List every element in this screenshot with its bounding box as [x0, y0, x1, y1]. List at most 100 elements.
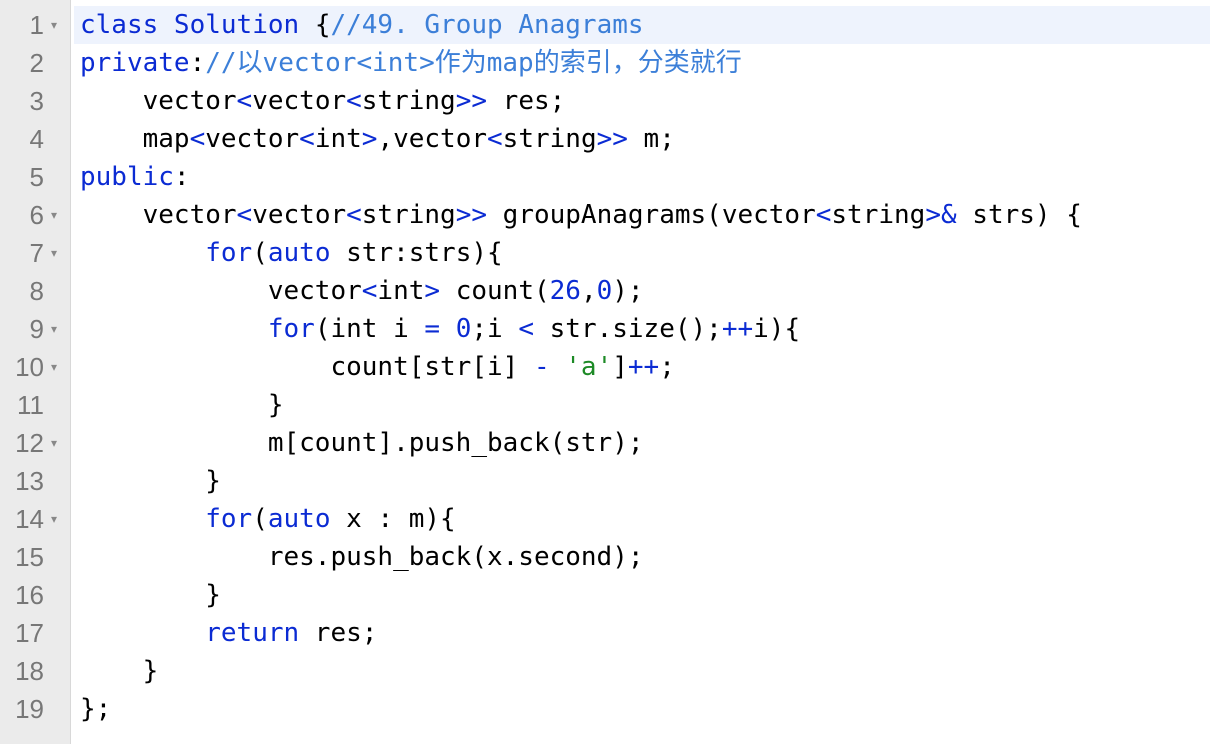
code-token: return	[205, 618, 300, 648]
code-lines[interactable]: 1 ▾ class Solution {//49. Group Anagrams 2 p…	[0, 6, 1210, 728]
code-text[interactable]: for(int i = 0;i < str.size();++i){	[74, 310, 1210, 348]
code-token: }	[80, 580, 221, 610]
code-line[interactable]: 12 ▾ m[count].push_back(str);	[0, 424, 1210, 462]
line-number: 13	[15, 466, 44, 496]
line-number: 2	[29, 48, 44, 78]
code-token: res;	[299, 618, 378, 648]
code-line[interactable]: 17 return res;	[0, 614, 1210, 652]
code-token: <	[815, 200, 832, 230]
code-token: int	[314, 124, 362, 154]
code-text[interactable]: };	[74, 690, 1210, 728]
code-text[interactable]: return res;	[74, 614, 1210, 652]
code-token: ++	[627, 352, 660, 382]
code-token: string	[361, 86, 456, 116]
code-line[interactable]: 19};	[0, 690, 1210, 728]
code-token: ;	[659, 352, 675, 382]
code-token: :	[173, 162, 190, 192]
line-number: 16	[15, 580, 44, 610]
code-token: >>	[596, 124, 628, 154]
code-text[interactable]: }	[74, 652, 1210, 690]
line-number: 8	[29, 276, 44, 306]
code-text[interactable]: vector<vector<string>> res;	[74, 82, 1210, 120]
code-token: >>	[455, 86, 488, 116]
code-token: for	[205, 238, 253, 268]
code-token: ]	[612, 352, 628, 382]
code-line[interactable]: 18 }	[0, 652, 1210, 690]
code-line[interactable]: 6 ▾ vector<vector<string>> groupAnagrams(…	[0, 196, 1210, 234]
code-text[interactable]: private://以vector<int>作为map的索引，分类就行	[74, 44, 1210, 82]
code-token: >>	[455, 200, 488, 230]
code-text[interactable]: class Solution {//49. Group Anagrams	[74, 6, 1210, 44]
code-text[interactable]: map<vector<int>,vector<string>> m;	[74, 120, 1210, 158]
fold-triangle-icon[interactable]: ▾	[51, 234, 63, 272]
code-token: >	[424, 276, 441, 306]
code-text[interactable]: vector<int> count(26,0);	[74, 272, 1210, 310]
fold-triangle-icon[interactable]: ▾	[51, 424, 63, 462]
code-line[interactable]: 16 }	[0, 576, 1210, 614]
code-token: auto	[267, 504, 331, 534]
code-token: string	[361, 200, 456, 230]
line-number: 9	[29, 314, 44, 344]
code-text[interactable]: }	[74, 576, 1210, 614]
code-text[interactable]: m[count].push_back(str);	[74, 424, 1210, 462]
code-text[interactable]: }	[74, 462, 1210, 500]
code-token: //以vector<int>作为map的索引，分类就行	[205, 48, 742, 78]
code-line[interactable]: 11 }	[0, 386, 1210, 424]
code-line[interactable]: 2 private://以vector<int>作为map的索引，分类就行	[0, 44, 1210, 82]
code-token: res;	[487, 86, 566, 116]
code-token: str.size();	[533, 314, 722, 344]
code-text[interactable]: for(auto x : m){	[74, 500, 1210, 538]
code-token: (int i	[314, 314, 425, 344]
code-line[interactable]: 15 res.push_back(x.second);	[0, 538, 1210, 576]
code-line[interactable]: 3 vector<vector<string>> res;	[0, 82, 1210, 120]
code-line[interactable]: 4 map<vector<int>,vector<string>> m;	[0, 120, 1210, 158]
fold-triangle-icon[interactable]: ▾	[51, 500, 63, 538]
line-number: 6	[29, 200, 44, 230]
code-token: string	[502, 124, 597, 154]
code-text[interactable]: res.push_back(x.second);	[74, 538, 1210, 576]
code-line[interactable]: 14 ▾ for(auto x : m){	[0, 500, 1210, 538]
code-line[interactable]: 8 vector<int> count(26,0);	[0, 272, 1210, 310]
code-token: (	[252, 238, 268, 268]
line-number: 19	[15, 694, 44, 724]
code-text[interactable]: for(auto str:strs){	[74, 234, 1210, 272]
line-number: 10	[15, 352, 44, 382]
code-token: x : m){	[330, 504, 456, 534]
code-token: 26	[549, 276, 581, 306]
code-line[interactable]: 13 }	[0, 462, 1210, 500]
line-number: 15	[15, 542, 44, 572]
code-token: >&	[925, 200, 957, 230]
code-text[interactable]: count[str[i] - 'a']++;	[74, 348, 1210, 386]
code-token: m[count].push_back(str);	[80, 428, 644, 458]
fold-triangle-icon[interactable]: ▾	[51, 6, 63, 44]
code-token: <	[518, 314, 534, 344]
code-text[interactable]: public:	[74, 158, 1210, 196]
code-token: for	[267, 314, 315, 344]
code-line[interactable]: 5 public:	[0, 158, 1210, 196]
code-token: <	[346, 200, 362, 230]
code-token: ++	[721, 314, 754, 344]
fold-triangle-icon[interactable]: ▾	[51, 348, 63, 386]
code-token: {	[314, 10, 331, 40]
code-token: //49. Group Anagrams	[330, 10, 644, 40]
line-number: 1	[29, 10, 44, 40]
code-text[interactable]: vector<vector<string>> groupAnagrams(vec…	[74, 196, 1210, 234]
line-number: 18	[15, 656, 44, 686]
line-number: 17	[15, 618, 44, 648]
code-line[interactable]: 1 ▾ class Solution {//49. Group Anagrams	[0, 6, 1210, 44]
code-line[interactable]: 10 ▾ count[str[i] - 'a']++;	[0, 348, 1210, 386]
code-line[interactable]: 7 ▾ for(auto str:strs){	[0, 234, 1210, 272]
code-editor[interactable]: 1 ▾ class Solution {//49. Group Anagrams 2 p…	[0, 0, 1210, 744]
fold-triangle-icon[interactable]: ▾	[51, 310, 63, 348]
fold-triangle-icon[interactable]: ▾	[51, 196, 63, 234]
line-number: 3	[29, 86, 44, 116]
code-token: ,	[580, 276, 597, 306]
code-line[interactable]: 9 ▾ for(int i = 0;i < str.size();++i){	[0, 310, 1210, 348]
code-token: int	[377, 276, 425, 306]
code-text[interactable]: }	[74, 386, 1210, 424]
